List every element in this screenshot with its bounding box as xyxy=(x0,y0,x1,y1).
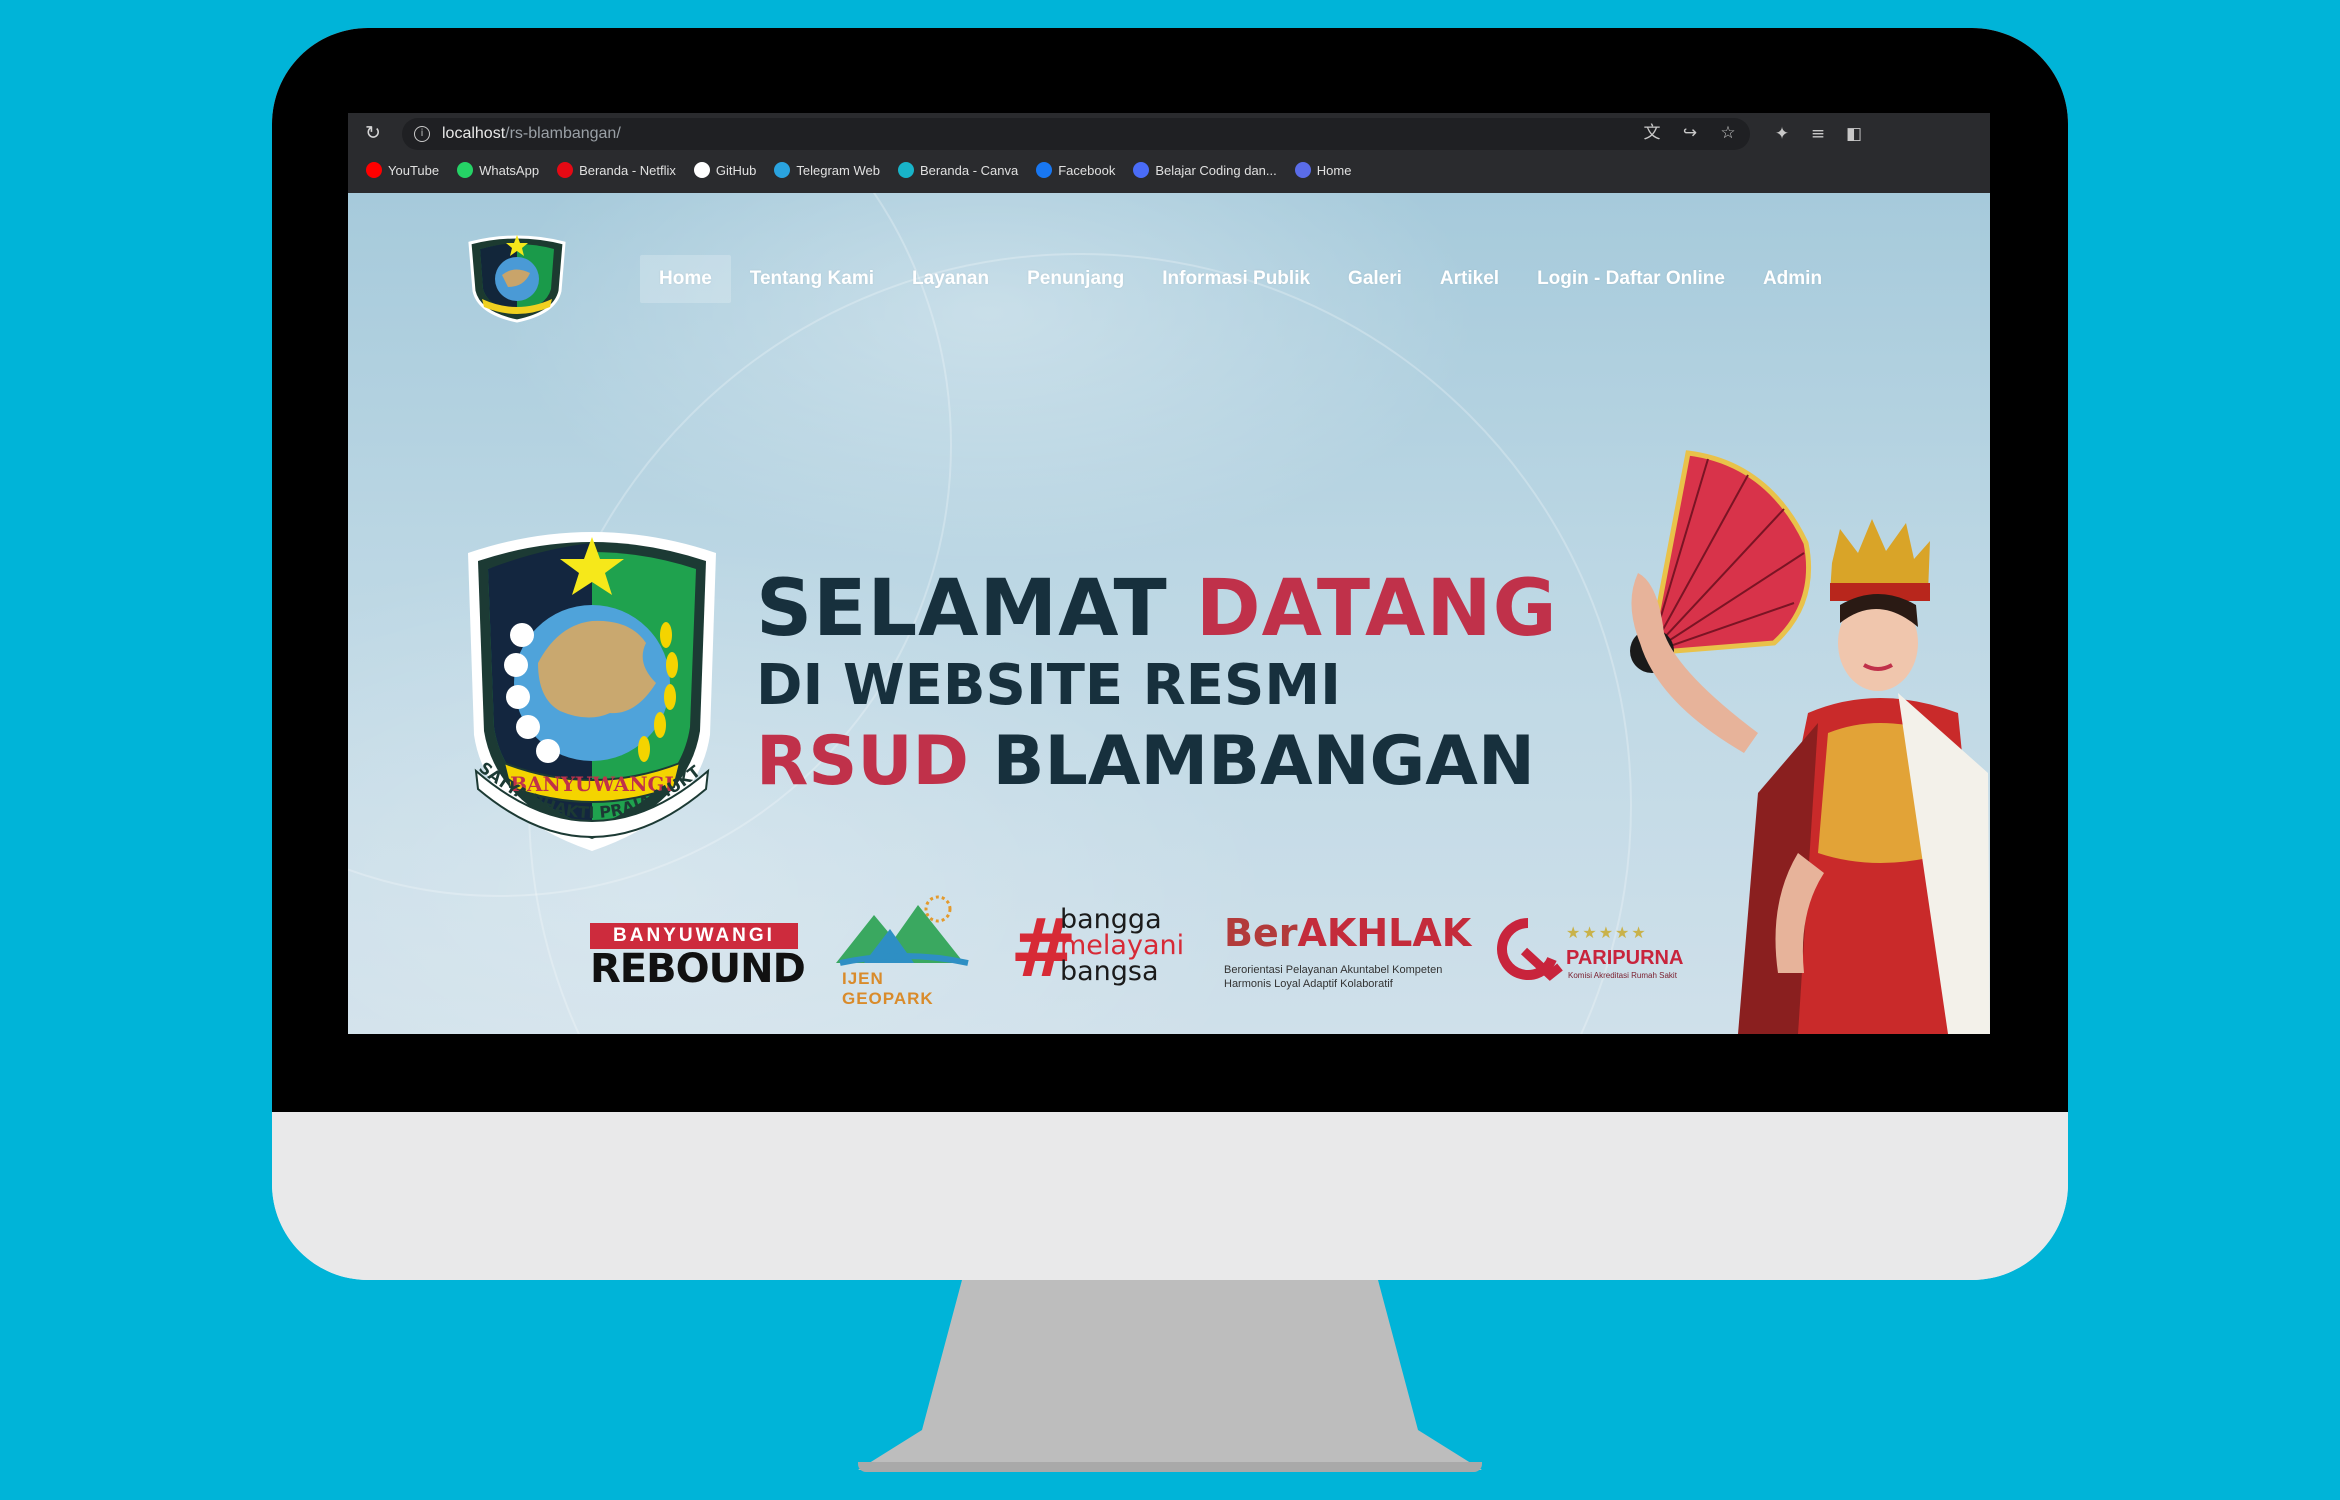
main-nav: Home Tentang Kami Layanan Penunjang Informas… xyxy=(640,255,1841,303)
bookmark-label: WhatsApp xyxy=(479,162,540,178)
telegram-icon xyxy=(774,162,791,178)
ijen-geopark-text: IJEN GEOPARK xyxy=(842,969,934,1008)
berakhlak-sub1: Berorientasi Pelayanan Akuntabel Kompete… xyxy=(1224,964,1443,976)
bookmark-item[interactable]: Home xyxy=(1294,162,1352,178)
site-logo[interactable] xyxy=(460,229,574,325)
gandrung-dancer-image xyxy=(1630,450,1990,1034)
monitor-stand-base xyxy=(858,1462,1482,1472)
url-host: localhost xyxy=(442,125,506,142)
github-icon xyxy=(693,162,710,178)
codepolitan-icon xyxy=(1133,162,1150,178)
bangga-melayani-bangsa-logo: # bangga melayani bangsa xyxy=(1010,899,1200,999)
reload-icon[interactable]: ↻ xyxy=(362,123,384,145)
extensions-icon[interactable]: ✦ xyxy=(1772,124,1792,144)
browser-toolbar: ↻ i localhost/rs-blambangan/ 文 ↪ ☆ ✦ ≡ ◧ xyxy=(348,113,1990,155)
nav-home[interactable]: Home xyxy=(640,255,731,303)
bangsa-text: bangsa xyxy=(1060,956,1159,987)
headline-blambangan: BLAMBANGAN xyxy=(969,722,1535,801)
home-bookmark-icon xyxy=(1294,162,1311,178)
nav-galeri[interactable]: Galeri xyxy=(1329,255,1421,303)
monitor-chin xyxy=(272,1112,2068,1280)
bookmark-item[interactable]: Beranda - Netflix xyxy=(557,162,676,178)
berakhlak-akhlak: AKHLAK xyxy=(1297,911,1472,955)
bookmark-item[interactable]: Facebook xyxy=(1036,162,1115,178)
website-hero: Home Tentang Kami Layanan Penunjang Informas… xyxy=(348,193,1990,1034)
address-bar[interactable]: i localhost/rs-blambangan/ 文 ↪ ☆ xyxy=(402,118,1750,150)
nav-admin[interactable]: Admin xyxy=(1744,255,1841,303)
bookmark-label: YouTube xyxy=(388,162,440,178)
banyuwangi-emblem: BANYUWANGI SATYA BHAKTI PRAJA MUKTI xyxy=(460,515,716,851)
bookmark-label: Home xyxy=(1316,162,1352,178)
headline-datang: DATANG xyxy=(1195,564,1558,654)
star-icon[interactable]: ☆ xyxy=(1718,123,1738,143)
url-text[interactable]: localhost/rs-blambangan/ xyxy=(442,125,621,143)
bookmark-label: Telegram Web xyxy=(796,162,880,178)
bookmark-item[interactable]: Belajar Coding dan... xyxy=(1133,162,1277,178)
site-info-icon[interactable]: i xyxy=(414,126,430,142)
berakhlak-logo: BerAKHLAK Berorientasi Pelayanan Akuntab… xyxy=(1224,901,1471,1001)
bookmark-label: GitHub xyxy=(715,162,757,178)
bookmark-label: Belajar Coding dan... xyxy=(1155,162,1277,178)
bookmark-item[interactable]: Beranda - Canva xyxy=(897,162,1019,178)
youtube-icon xyxy=(366,162,382,178)
nav-penunjang[interactable]: Penunjang xyxy=(1008,255,1143,303)
bookmark-label: Beranda - Netflix xyxy=(579,162,676,178)
rebound-bottom-text: REBOUND xyxy=(590,946,806,992)
paripurna-emblem-icon xyxy=(1497,918,1563,981)
bookmark-label: Facebook xyxy=(1058,162,1116,178)
nav-login-daftar-online[interactable]: Login - Daftar Online xyxy=(1518,255,1744,303)
banyuwangi-rebound-logo: BANYUWANGI REBOUND xyxy=(590,923,806,993)
bookmarks-bar: YouTube WhatsApp Beranda - Netflix GitHub Te… xyxy=(348,155,1990,185)
bookmark-item[interactable]: Telegram Web xyxy=(774,162,880,178)
headline-welcome: SELAMAT xyxy=(756,564,1196,654)
ijen-geopark-logo: IJEN GEOPARK xyxy=(834,893,974,1008)
monitor-stand xyxy=(858,1280,1482,1470)
headline-subtitle: DI WEBSITE RESMI xyxy=(756,653,1341,718)
berakhlak-sub2: Harmonis Loyal Adaptif Kolaboratif xyxy=(1224,978,1393,990)
netflix-icon xyxy=(557,162,574,178)
headline-rsud: RSUD xyxy=(756,722,969,801)
bookmark-item[interactable]: YouTube xyxy=(366,162,439,178)
nav-informasi-publik[interactable]: Informasi Publik xyxy=(1143,255,1329,303)
translate-icon[interactable]: 文 xyxy=(1642,123,1662,143)
bookmark-label: Beranda - Canva xyxy=(919,162,1019,178)
bookmark-item[interactable]: WhatsApp xyxy=(457,162,539,178)
facebook-icon xyxy=(1036,162,1053,178)
canva-icon xyxy=(897,162,914,178)
hero-headline: SELAMAT DATANG DI WEBSITE RESMI RSUD BLA… xyxy=(756,569,1558,803)
mountain-icon xyxy=(836,895,969,966)
reading-list-icon[interactable]: ≡ xyxy=(1808,124,1828,144)
side-panel-icon[interactable]: ◧ xyxy=(1844,124,1864,144)
whatsapp-icon xyxy=(457,162,474,178)
nav-artikel[interactable]: Artikel xyxy=(1421,255,1518,303)
nav-layanan[interactable]: Layanan xyxy=(893,255,1008,303)
url-path: /rs-blambangan/ xyxy=(505,125,621,142)
berakhlak-ber: Ber xyxy=(1224,911,1298,955)
nav-tentang-kami[interactable]: Tentang Kami xyxy=(731,255,893,303)
bookmark-item[interactable]: GitHub xyxy=(693,162,757,178)
browser-window: ↻ i localhost/rs-blambangan/ 文 ↪ ☆ ✦ ≡ ◧… xyxy=(348,113,1990,1034)
share-icon[interactable]: ↪ xyxy=(1680,123,1700,143)
partner-logos: BANYUWANGI REBOUND IJEN GEOPARK # bangga… xyxy=(590,893,1690,1013)
